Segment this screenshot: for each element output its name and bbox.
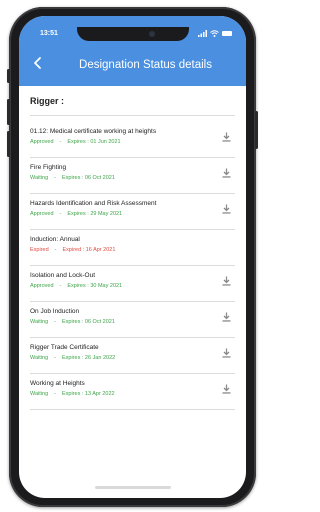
expiry-date: Expires : 06 Oct 2021: [61, 175, 115, 181]
section-title: Rigger :: [30, 96, 65, 106]
expiry-date: Expired : 16 Apr 2021: [62, 247, 116, 253]
app-header: 13:51 Designation Status details: [19, 16, 246, 86]
download-icon[interactable]: [222, 204, 231, 214]
row-divider: [30, 373, 235, 374]
list-item[interactable]: On Job Induction Waiting - Expires : 06 Oct…: [30, 308, 235, 338]
status-badge: Waiting: [30, 175, 49, 181]
download-icon[interactable]: [222, 168, 231, 178]
status-badge: Waiting: [30, 391, 49, 397]
certificate-name: Fire Fighting: [30, 164, 67, 171]
app-screen: 13:51 Designation Status details Rigger …: [19, 16, 246, 498]
status-badge: Waiting: [30, 319, 49, 325]
expiry-date: Expires : 29 May 2021: [67, 211, 123, 217]
expiry-date: Expires : 26 Jan 2022: [61, 355, 116, 361]
certificate-name: 01.12: Medical certificate working at he…: [30, 128, 157, 135]
certificate-name: Isolation and Lock-Out: [30, 272, 96, 279]
list-item[interactable]: Isolation and Lock-Out Approved - Expires :…: [30, 272, 235, 302]
status-separator: -: [54, 355, 56, 361]
section-divider: [30, 115, 235, 116]
download-icon[interactable]: [222, 348, 231, 358]
status-separator: -: [54, 319, 56, 325]
download-icon[interactable]: [222, 312, 231, 322]
certificate-name: Rigger Trade Certificate: [30, 344, 99, 351]
list-item[interactable]: Rigger Trade Certificate Waiting - Expires …: [30, 344, 235, 374]
certificate-status-line: Approved - Expires : 30 May 2021: [30, 283, 122, 289]
row-divider: [30, 157, 235, 158]
page-title: Designation Status details: [79, 59, 212, 71]
chevron-left-icon: [34, 57, 41, 69]
camera-notch: [77, 27, 189, 41]
power-button: [255, 111, 258, 149]
expiry-date: Expires : 13 Apr 2022: [61, 391, 115, 397]
expiry-date: Expires : 30 May 2021: [67, 283, 123, 289]
volume-down-button: [7, 131, 10, 157]
status-separator: -: [54, 175, 56, 181]
status-separator: -: [59, 211, 62, 217]
certificate-name: Hazards Identification and Risk Assessme…: [30, 200, 157, 207]
signal-icon: [198, 30, 207, 37]
status-badge: Approved: [30, 283, 54, 289]
certificate-status-line: Waiting - Expires : 13 Apr 2022: [30, 391, 115, 397]
home-indicator: [95, 486, 171, 489]
row-divider: [30, 337, 235, 338]
certificate-name: On Job Induction: [30, 308, 80, 315]
mute-switch: [7, 69, 10, 83]
status-badge: Expired: [30, 247, 49, 253]
expiry-date: Expires : 06 Oct 2021: [61, 319, 115, 325]
status-badge: Approved: [30, 211, 54, 217]
status-badge: Waiting: [30, 355, 49, 361]
list-item[interactable]: Working at Heights Waiting - Expires : 13 A…: [30, 380, 235, 410]
list-item[interactable]: 01.12: Medical certificate working at he…: [30, 128, 235, 158]
status-badge: Approved: [30, 139, 54, 145]
phone-frame: 13:51 Designation Status details Rigger …: [7, 7, 258, 507]
status-icons: [198, 30, 232, 37]
list-item[interactable]: Induction: Annual Expired - Expired : 16 Ap…: [30, 236, 235, 266]
status-separator: -: [54, 247, 57, 253]
back-button[interactable]: [31, 56, 47, 72]
status-separator: -: [59, 283, 62, 289]
row-divider: [30, 229, 235, 230]
certificate-status-line: Approved - Expires : 01 Jun 2021: [30, 139, 121, 145]
status-bar: 13:51: [19, 27, 246, 41]
row-divider: [30, 301, 235, 302]
download-icon[interactable]: [222, 132, 231, 142]
certificate-name: Working at Heights: [30, 380, 85, 387]
volume-up-button: [7, 99, 10, 125]
status-separator: -: [54, 391, 56, 397]
certificate-status-line: Waiting - Expires : 26 Jan 2022: [30, 355, 115, 361]
certificate-status-line: Expired - Expired : 16 Apr 2021: [30, 247, 115, 253]
download-icon[interactable]: [222, 276, 231, 286]
list-item[interactable]: Hazards Identification and Risk Assessme…: [30, 200, 235, 230]
status-time: 13:51: [40, 30, 58, 37]
wifi-icon: [210, 30, 219, 37]
expiry-date: Expires : 01 Jun 2021: [67, 139, 121, 145]
row-divider: [30, 409, 235, 410]
certificate-name: Induction: Annual: [30, 236, 80, 243]
list-item[interactable]: Fire Fighting Waiting - Expires : 06 Oct 20…: [30, 164, 235, 194]
certificate-status-line: Approved - Expires : 29 May 2021: [30, 211, 122, 217]
camera-icon: [149, 31, 155, 37]
row-divider: [30, 193, 235, 194]
certificate-status-line: Waiting - Expires : 06 Oct 2021: [30, 319, 115, 325]
battery-icon: [222, 31, 232, 36]
certificate-status-line: Waiting - Expires : 06 Oct 2021: [30, 175, 115, 181]
download-icon[interactable]: [222, 384, 231, 394]
row-divider: [30, 265, 235, 266]
status-separator: -: [59, 139, 62, 145]
